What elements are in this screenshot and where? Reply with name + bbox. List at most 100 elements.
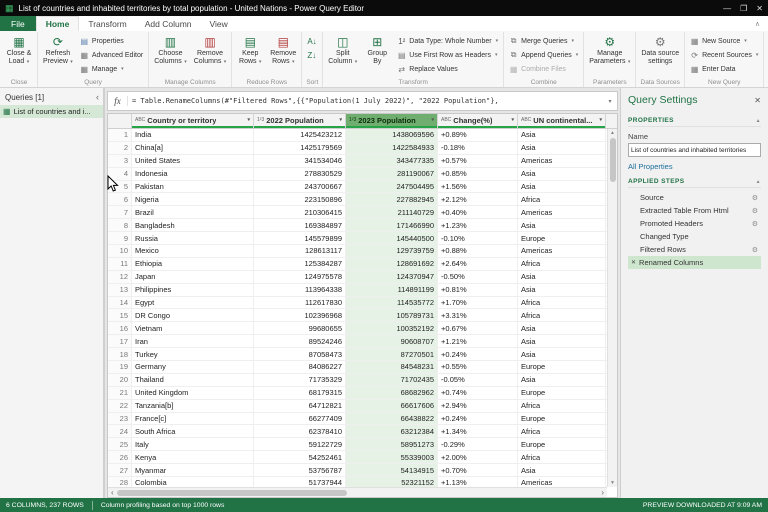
number-type-icon[interactable]: 1²3 [349, 117, 356, 123]
grid-cell[interactable]: +1.70% [438, 297, 518, 309]
grid-cell[interactable]: United Kingdom [132, 387, 254, 399]
grid-cell[interactable]: 171466990 [346, 219, 438, 231]
grid-cell[interactable]: Ethiopia [132, 258, 254, 270]
ribbon-button-close-load[interactable]: ▦Close &Load ▾ [3, 32, 35, 78]
row-number[interactable]: 7 [108, 206, 132, 218]
grid-cell[interactable]: 102396968 [254, 309, 346, 321]
grid-cell[interactable]: +0.81% [438, 284, 518, 296]
applied-step-renamed-columns[interactable]: ✕Renamed Columns [628, 256, 761, 269]
grid-cell[interactable]: 1425179569 [254, 142, 346, 154]
query-list-item[interactable]: ▦ List of countries and i... [0, 105, 103, 118]
grid-cell[interactable]: Thailand [132, 374, 254, 386]
text-type-icon[interactable]: ABC [135, 117, 145, 123]
grid-cell[interactable]: 53756787 [254, 464, 346, 476]
grid-cell[interactable]: Iran [132, 335, 254, 347]
gear-icon[interactable]: ⚙ [752, 246, 758, 254]
grid-cell[interactable]: 87058473 [254, 348, 346, 360]
grid-cell[interactable]: 112617830 [254, 297, 346, 309]
grid-cell[interactable]: 211140729 [346, 206, 438, 218]
status-profiling[interactable]: Column profiling based on top 1000 rows [101, 502, 225, 509]
ribbon-button-refresh-preview[interactable]: ⟳RefreshPreview ▾ [40, 32, 76, 78]
grid-cell[interactable]: 243700667 [254, 181, 346, 193]
grid-cell[interactable]: 1425423212 [254, 129, 346, 141]
vertical-scrollbar[interactable]: ▲ ▼ [607, 129, 617, 487]
row-number[interactable]: 2 [108, 142, 132, 154]
row-number[interactable]: 12 [108, 271, 132, 283]
ribbon-button-remove-rows[interactable]: ▤RemoveRows ▾ [267, 32, 299, 78]
grid-cell[interactable]: Europe [518, 361, 606, 373]
grid-cell[interactable]: Indonesia [132, 168, 254, 180]
row-number[interactable]: 21 [108, 387, 132, 399]
filter-dropdown-icon[interactable]: ▾ [431, 117, 434, 123]
grid-cell[interactable]: 63212384 [346, 425, 438, 437]
tab-home[interactable]: Home [36, 16, 80, 31]
ribbon-button-data-type-whole-number[interactable]: 1²Data Type: Whole Number▾ [394, 34, 501, 48]
grid-cell[interactable]: 89524246 [254, 335, 346, 347]
grid-cell[interactable]: +0.74% [438, 387, 518, 399]
grid-cell[interactable]: Kenya [132, 451, 254, 463]
grid-cell[interactable]: +0.55% [438, 361, 518, 373]
formula-expand-icon[interactable]: ▾ [603, 98, 617, 105]
grid-cell[interactable]: 128691692 [346, 258, 438, 270]
grid-cell[interactable]: Europe [518, 387, 606, 399]
ribbon-button-new-source[interactable]: ▦New Source▾ [687, 34, 761, 48]
grid-cell[interactable]: 169384897 [254, 219, 346, 231]
applied-step-promoted-headers[interactable]: Promoted Headers⚙ [628, 217, 761, 230]
grid-cell[interactable]: +0.40% [438, 206, 518, 218]
grid-cell[interactable]: 114535772 [346, 297, 438, 309]
grid-cell[interactable]: +2.64% [438, 258, 518, 270]
grid-cell[interactable]: -0.05% [438, 374, 518, 386]
grid-cell[interactable]: Africa [518, 193, 606, 205]
grid-cell[interactable]: +1.34% [438, 425, 518, 437]
ribbon-button-replace-values[interactable]: ⇄Replace Values [394, 62, 501, 76]
grid-cell[interactable]: +0.57% [438, 155, 518, 167]
column-header-2022-population[interactable]: 1²32022 Population▾ [254, 114, 346, 128]
grid-cell[interactable]: Asia [518, 129, 606, 141]
row-number[interactable]: 3 [108, 155, 132, 167]
tab-file[interactable]: File [0, 16, 36, 31]
ribbon-button-manage-parameters[interactable]: ⚙ManageParameters ▾ [586, 32, 633, 78]
grid-cell[interactable]: Italy [132, 438, 254, 450]
text-type-icon[interactable]: ABC [521, 117, 531, 123]
grid-cell[interactable]: 66277409 [254, 413, 346, 425]
scroll-left-icon[interactable]: ‹ [108, 488, 117, 497]
grid-cell[interactable]: +0.89% [438, 129, 518, 141]
grid-cell[interactable]: Americas [518, 206, 606, 218]
horizontal-scroll-track[interactable] [117, 488, 599, 497]
grid-cell[interactable]: -0.50% [438, 271, 518, 283]
grid-cell[interactable]: Africa [518, 425, 606, 437]
grid-cell[interactable]: 281190067 [346, 168, 438, 180]
ribbon-button-use-first-row-as-headers[interactable]: ▤Use First Row as Headers▾ [394, 48, 501, 62]
ribbon-button-manage[interactable]: ▦Manage▾ [77, 62, 146, 76]
grid-cell[interactable]: -0.29% [438, 438, 518, 450]
text-type-icon[interactable]: ABC [441, 117, 451, 123]
grid-cell[interactable]: Americas [518, 155, 606, 167]
ribbon-button-split-column[interactable]: ◫SplitColumn ▾ [325, 32, 360, 78]
grid-cell[interactable]: +2.00% [438, 451, 518, 463]
grid-cell[interactable]: +3.31% [438, 309, 518, 321]
ribbon-button-properties[interactable]: ▤Properties [77, 34, 146, 48]
ribbon-button-append-queries[interactable]: ⧉Append Queries▾ [506, 48, 581, 62]
applied-step-filtered-rows[interactable]: Filtered Rows⚙ [628, 243, 761, 256]
grid-cell[interactable]: 341534046 [254, 155, 346, 167]
column-header-un-continental[interactable]: ABCUN continental...▾ [518, 114, 606, 128]
grid-cell[interactable]: Russia [132, 232, 254, 244]
grid-cell[interactable]: Myanmar [132, 464, 254, 476]
grid-cell[interactable]: 71735329 [254, 374, 346, 386]
row-number[interactable]: 27 [108, 464, 132, 476]
number-type-icon[interactable]: 1²3 [257, 117, 264, 123]
query-name-input[interactable] [628, 143, 761, 157]
grid-cell[interactable]: Europe [518, 232, 606, 244]
row-number[interactable]: 24 [108, 425, 132, 437]
row-number[interactable]: 22 [108, 400, 132, 412]
delete-step-icon[interactable]: ✕ [631, 259, 636, 266]
scroll-right-icon[interactable]: › [598, 488, 607, 497]
grid-cell[interactable]: Asia [518, 142, 606, 154]
grid-cell[interactable]: Germany [132, 361, 254, 373]
grid-cell[interactable]: Asia [518, 348, 606, 360]
all-properties-link[interactable]: All Properties [628, 162, 761, 171]
row-number[interactable]: 18 [108, 348, 132, 360]
row-number-header[interactable] [108, 114, 132, 128]
grid-cell[interactable]: Tanzania[b] [132, 400, 254, 412]
grid-cell[interactable]: 124370947 [346, 271, 438, 283]
